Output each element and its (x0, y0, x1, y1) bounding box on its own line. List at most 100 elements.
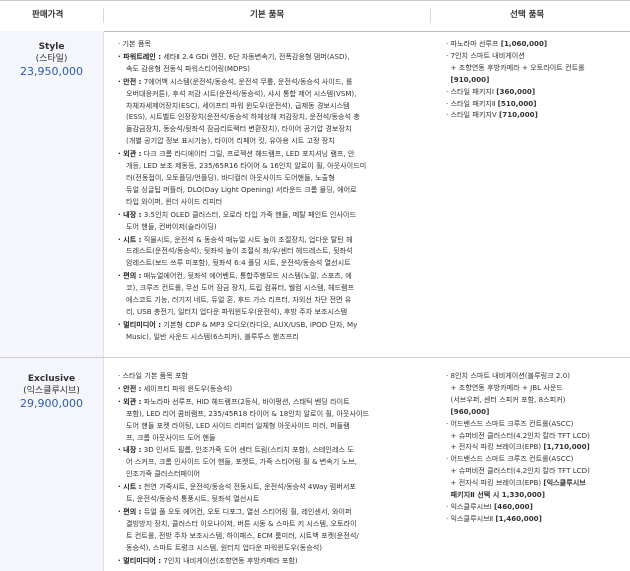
item-text: · 스타일 기본 품목 포함 (118, 371, 189, 380)
item-text: 리, USB 충전기, 일터치 업다운 파워윈도우(운전석), 후방 주차 보조… (126, 306, 348, 316)
option-price: 패키지Ⅱ 선택 시 1,330,000] (450, 490, 545, 500)
item-category: · 멀티미디어 : (118, 555, 162, 565)
option-items: · 8인치 스마트 내비게이션(블루링크 2.0) + 조향연동 후방카메라 +… (446, 370, 624, 525)
basic-item-line: 오버대응커튼), 후석 저감 시트(운전석/동승석), 샤시 통합 제어 시스템… (118, 88, 430, 100)
basic-item-line: · 외관 : 다크 크롬 라디에이터 그릴, 프로젝션 헤드램프, LED 포지… (118, 148, 430, 160)
option-text: + 조향연동 후방카메라 + JBL 사운드 (446, 382, 563, 392)
option-item-line: · 익스클루시브Ⅱ [1,460,000] (446, 513, 624, 525)
option-text: · 스타일 패키지Ⅰ (446, 86, 497, 96)
item-text: 트, 운전석/동승석 통풍시트, 뒷좌석 열선시트 (126, 494, 260, 504)
basic-items: · 기본 품목 · 파워트레인 : 세타Ⅱ 2.4 GDi 엔진, 6단 자동변속… (118, 38, 430, 343)
option-item-line: · 어드밴스드 스마트 크루즈 컨트롤(ASCC) (446, 453, 624, 465)
option-item-line: + 조향연동 후방카메라 + JBL 사운드 (446, 382, 624, 394)
option-text: + 전자식 파킹 브레이크(EPB) (446, 442, 544, 452)
item-text: 결빙방지 장치, 클러스터 이오나이저, 버튼 시동 & 스마트 키 시스템, … (126, 518, 357, 528)
basic-item-line: 암레스트(보드 쓰루 미포함), 뒷좌석 6:4 폴딩 시트, 운전석/동승석 … (118, 257, 430, 269)
trim-cell: Style (스타일) 23,950,000 (0, 31, 104, 357)
item-text: 타입 와이퍼, 윈더 사이드 리피터 (126, 196, 223, 206)
option-text: · 익스클루시브Ⅰ (446, 501, 495, 511)
basic-item-line: 프, 크롬 아웃사이드 도어 핸들 (118, 432, 430, 444)
option-price: [710,000] (499, 110, 538, 120)
option-text: (서브우퍼, 센터 스피커 포함, 8스피커) (446, 394, 566, 404)
header-divider (103, 8, 104, 23)
option-item-line: + 조향연동 후방카메라 + 오토라이트 컨트롤 (446, 62, 624, 74)
basic-item-line: · 스타일 기본 품목 포함 (118, 370, 430, 382)
trim-price: 23,950,000 (20, 65, 83, 78)
basic-item-line: · 외관 : 파노라마 선루프, HID 헤드램프(2등식, 바이펑션, 스태틱… (118, 396, 430, 408)
trim-name: Style (38, 42, 65, 52)
item-text: 트 컨트롤, 전방 주차 보조시스템, 하이패스, ECM 룸미러, 시트백 포… (126, 530, 359, 540)
basic-item-line: 동승석), 스마트 트렁크 시스템, 원터치 업다운 파워윈도우(동승석) (118, 542, 430, 554)
basic-item-line: · 편의 : 듀얼 풀 오토 에어컨, 오토 디포그, 열선 스티어링 휠, 레… (118, 506, 430, 518)
basic-item-line: Music), 일반 사운드 시스템(6스피커), 블루투스 핸즈프리 (118, 331, 430, 343)
basic-item-line: 리, USB 충전기, 일터치 업다운 파워윈도우(운전석), 후방 주차 보조… (118, 306, 430, 318)
item-text: 드레스트(운전석/동승석), 뒷좌석 높이 조절식 좌/우/센터 헤드레스트, … (126, 246, 353, 256)
item-text: 세이프티 파워 윈도우(동승석) (141, 383, 233, 393)
basic-items: · 스타일 기본 품목 포함 · 안전 : 세이프티 파워 윈도우(동승석) · 외… (118, 370, 430, 567)
item-category: · 안전 : (118, 76, 142, 86)
option-item-line: · 스타일 패키지Ⅴ [710,000] (446, 109, 624, 121)
option-item-line: · 어드밴스드 스마트 크루즈 컨트롤(ASCC) (446, 418, 624, 430)
basic-item-line: 타입 와이퍼, 윈더 사이드 리피터 (118, 196, 430, 208)
option-price: [960,000] (450, 406, 490, 416)
basic-item-line: · 시트 : 천연 가죽시트, 운전석/동승석 전동시트, 운전석/동승석 4W… (118, 481, 430, 493)
item-text: (ESS), 시트벨트 인장장치(운전석/동승석 하체상해 저감장치, 운전석/… (126, 112, 360, 122)
basic-item-line: · 파워트레인 : 세타Ⅱ 2.4 GDi 엔진, 6단 자동변속기, 전폭감응… (118, 51, 430, 63)
table-header: 판매가격 기본 품목 선택 품목 (0, 0, 630, 32)
option-price: [1,060,000] (500, 39, 548, 48)
option-item-line: [910,000] (446, 74, 624, 86)
item-text: 오버대응커튼), 후석 저감 시트(운전석/동승석), 샤시 통합 제어 시스템… (126, 88, 357, 98)
item-text: 돌감금장치, 동승석/뒷좌석 잠금리트랙터 변환장치), 타이어 공기압 경보장… (126, 124, 352, 134)
item-text: 세타Ⅱ 2.4 GDi 엔진, 6단 자동변속기, 전폭감응형 댐퍼(ASD), (161, 51, 350, 61)
item-text: 러(전동접이, 오토플딩/언플딩), 바디컬러 아웃사이드 도어핸들, 노출형 (126, 172, 335, 182)
option-item-line: · 7인치 스마트 내비게이션 (446, 50, 624, 62)
trim-name-ko: (스타일) (35, 54, 68, 64)
trim-price: 29,900,000 (20, 397, 83, 410)
basic-item-line: (ESS), 시트벨트 인장장치(운전석/동승석 하체상해 저감장치, 운전석/… (118, 111, 430, 123)
option-price: [익스클루시브 (543, 478, 586, 488)
item-text: 코), 크루즈 컨트롤, 무선 도어 잠금 장치, 트립 컴퓨터, 웰컴 시스템… (126, 283, 355, 293)
item-text: 도어 핸들, 컨버이저(슬라이딩) (126, 221, 217, 231)
basic-item-line: 도어 핸들, 컨버이저(슬라이딩) (118, 221, 430, 233)
basic-item-line: 돌감금장치, 동승석/뒷좌석 잠금리트랙터 변환장치), 타이어 공기압 경보장… (118, 123, 430, 135)
item-category: · 외관 : (118, 396, 142, 406)
option-text: + 슈퍼비전 클러스터(4.2인치 칼라 TFT LCD) (446, 466, 590, 476)
trim-row-style: Style (스타일) 23,950,000 · 기본 품목 · 파워트레인 : … (0, 31, 630, 357)
basic-item-line: 결빙방지 장치, 클러스터 이오나이저, 버튼 시동 & 스마트 키 시스템, … (118, 518, 430, 530)
header-price: 판매가격 (32, 10, 64, 20)
basic-item-line: · 멀티미디어 : 기본형 CDP & MP3 오디오(라디오, AUX/USB… (118, 319, 430, 331)
option-item-line: + 전자식 파킹 브레이크(EPB) [1,710,000] (446, 441, 624, 453)
basic-item-line: 차체자세제어장치(ESC), 세이프티 파워 윈도우(운전석), 급제동 경보시… (118, 100, 430, 112)
option-text: · 익스클루시브Ⅱ (446, 513, 496, 523)
basic-item-line: · 내장 : 3D 인서트 필름, 인조가죽 도어 센터 트림(스티치 포함),… (118, 444, 430, 456)
option-text: · 스타일 패키지Ⅱ (446, 98, 498, 108)
option-text: · 어드밴스드 스마트 크루즈 컨트롤(ASCC) (446, 418, 574, 428)
header-divider (430, 8, 431, 23)
basic-item-line: · 안전 : 세이프티 파워 윈도우(동승석) (118, 383, 430, 395)
basic-item-line: 포함), LED 리어 콤비램프, 235/45R18 타이어 & 18인치 알… (118, 408, 430, 420)
basic-item-line: 에스코트 기능, 러기지 네트, 듀얼 혼, 후드 가스 리프터, 자외선 차단… (118, 294, 430, 306)
basic-item-line: 드레스트(운전석/동승석), 뒷좌석 높이 조절식 좌/우/센터 헤드레스트, … (118, 245, 430, 257)
basic-item-line: · 멀티미디어 : 7인치 내비게이션(조향연동 후방카메라 포함) (118, 555, 430, 567)
item-text: 매뉴얼에어컨, 뒷좌석 에어벤트, 통합주행모드 시스템(노말, 스포츠, 에 (141, 271, 352, 281)
item-text: 3.5인치 OLED 클러스터, 오로라 타입 가죽 핸들, 메탈 페인트 인사… (141, 209, 356, 219)
item-text: 기본형 CDP & MP3 오디오(라디오, AUX/USB, iPOD 단자,… (161, 319, 358, 329)
item-category: · 편의 : (118, 271, 142, 281)
option-text: · 파노라마 선루프 (446, 39, 501, 48)
option-item-line: [960,000] (446, 406, 624, 418)
option-text: · 7인치 스마트 내비게이션 (446, 50, 525, 60)
item-text: 듀얼 싱글팁 머플러, DLO(Day Light Opening) 서라운드 … (126, 184, 357, 194)
option-item-line: · 파노라마 선루프 [1,060,000] (446, 38, 624, 50)
item-category: · 파워트레인 : (118, 51, 162, 61)
basic-item-line: · 안전 : 7에어백 시스템(운전석/동승석, 운전석 무릎, 운전석/동승석… (118, 76, 430, 88)
item-text: 직물시트, 운전석 & 동승석 매뉴얼 시트 높이 조절장치, 업다운 탈틴 헤 (141, 234, 353, 244)
item-category: · 외관 : (118, 149, 142, 159)
item-text: 듀얼 풀 오토 에어컨, 오토 디포그, 열선 스티어링 휠, 레인센서, 와이… (141, 506, 352, 516)
basic-item-line: 트, 운전석/동승석 통풍시트, 뒷좌석 열선시트 (118, 493, 430, 505)
basic-item-line: 도어 핸들 포켓 라이팅, LED 사이드 리피터 일체형 아웃사이드 미러, … (118, 420, 430, 432)
basic-item-line: · 내장 : 3.5인치 OLED 클러스터, 오로라 타입 가죽 핸들, 메탈… (118, 209, 430, 221)
option-text: · 스타일 패키지Ⅴ (446, 110, 500, 120)
basic-item-line: 듀얼 싱글팁 머플러, DLO(Day Light Opening) 서라운드 … (118, 184, 430, 196)
trim-name-ko: (익스클루시브) (23, 386, 80, 396)
option-text: · 8인치 스마트 내비게이션(블루링크 2.0) (446, 371, 570, 380)
